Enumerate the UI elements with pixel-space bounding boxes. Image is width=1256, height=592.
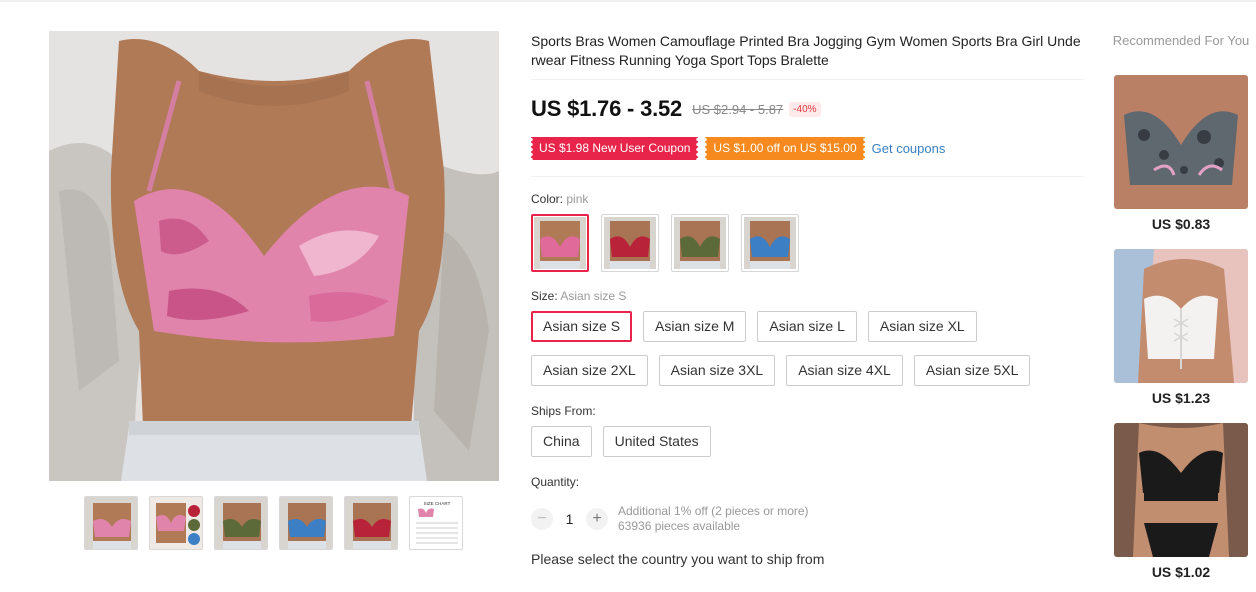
recommended-item-image[interactable] xyxy=(1114,249,1248,383)
quantity-stepper: − 1 + Additional 1% off (2 pieces or mor… xyxy=(531,504,809,534)
color-swatch-red[interactable] xyxy=(601,214,659,272)
color-label-text: Color: xyxy=(531,192,564,206)
size-options-row-2: Asian size 2XL Asian size 3XL Asian size… xyxy=(531,355,1031,386)
size-option-l[interactable]: Asian size L xyxy=(757,311,857,342)
size-options-row-1: Asian size S Asian size M Asian size L A… xyxy=(531,311,977,342)
recommended-item-price: US $0.83 xyxy=(1151,216,1211,232)
quantity-value[interactable]: 1 xyxy=(553,511,586,527)
recommended-item-image[interactable] xyxy=(1114,75,1248,209)
ship-country-message: Please select the country you want to sh… xyxy=(531,551,825,567)
size-label-text: Size: xyxy=(531,289,558,303)
pieces-available: 63936 pieces available xyxy=(618,519,741,533)
top-divider xyxy=(0,0,1256,2)
coupon-divider xyxy=(531,176,1084,177)
recommended-title: Recommended For You xyxy=(1112,33,1250,48)
recommended-item-price: US $1.23 xyxy=(1151,390,1211,406)
color-swatch-blue[interactable] xyxy=(741,214,799,272)
size-option-3xl[interactable]: Asian size 3XL xyxy=(658,355,776,386)
thumbnail-blue[interactable] xyxy=(279,496,333,550)
recommended-item[interactable]: US $0.83 xyxy=(1114,75,1248,232)
quantity-label: Quantity: xyxy=(531,475,580,489)
color-selected-value: pink xyxy=(566,192,589,206)
size-label: Size: Asian size S xyxy=(531,289,626,303)
color-swatch-green[interactable] xyxy=(671,214,729,272)
bulk-discount-note: Additional 1% off (2 pieces or more) xyxy=(618,504,809,518)
recommended-item[interactable]: US $1.02 xyxy=(1114,423,1248,580)
ships-from-options: China United States xyxy=(531,426,711,457)
product-title: Sports Bras Women Camouflage Printed Bra… xyxy=(531,33,1081,68)
color-swatch-pink[interactable] xyxy=(531,214,589,272)
get-coupons-link[interactable]: Get coupons xyxy=(872,141,946,156)
quantity-decrease-button[interactable]: − xyxy=(531,508,553,530)
size-option-xl[interactable]: Asian size XL xyxy=(867,311,977,342)
quantity-increase-button[interactable]: + xyxy=(586,508,608,530)
size-option-4xl[interactable]: Asian size 4XL xyxy=(786,355,903,386)
size-selected-value: Asian size S xyxy=(560,289,627,303)
original-price: US $2.94 - 5.87 xyxy=(692,101,784,117)
main-product-image[interactable] xyxy=(49,31,499,481)
price-row: US $1.76 - 3.52 US $2.94 - 5.87 -40% xyxy=(531,96,821,122)
size-chart-label: SIZE CHART xyxy=(424,501,451,506)
thumbnail-size-chart[interactable]: SIZE CHART xyxy=(409,496,463,550)
size-option-s[interactable]: Asian size S xyxy=(531,311,633,342)
store-coupon[interactable]: US $1.00 off on US $15.00 xyxy=(703,137,867,160)
color-swatches xyxy=(531,214,799,272)
color-label: Color: pink xyxy=(531,192,588,206)
quantity-info: Additional 1% off (2 pieces or more) 639… xyxy=(618,504,809,534)
discount-badge: -40% xyxy=(789,101,821,117)
thumbnail-strip: SIZE CHART xyxy=(84,496,463,550)
recommended-item[interactable]: US $1.23 xyxy=(1114,249,1248,406)
ships-from-label: Ships From: xyxy=(531,404,596,418)
thumbnail-green[interactable] xyxy=(214,496,268,550)
title-divider xyxy=(531,79,1084,80)
size-option-5xl[interactable]: Asian size 5XL xyxy=(913,355,1031,386)
thumbnail-collage[interactable] xyxy=(149,496,203,550)
recommended-item-price: US $1.02 xyxy=(1151,564,1211,580)
thumbnail-pink[interactable] xyxy=(84,496,138,550)
recommended-item-image[interactable] xyxy=(1114,423,1248,557)
coupon-row: US $1.98 New User Coupon US $1.00 off on… xyxy=(528,137,946,160)
thumbnail-red[interactable] xyxy=(344,496,398,550)
current-price: US $1.76 - 3.52 xyxy=(531,96,683,121)
new-user-coupon[interactable]: US $1.98 New User Coupon xyxy=(528,137,701,160)
ship-option-china[interactable]: China xyxy=(531,426,592,457)
size-option-m[interactable]: Asian size M xyxy=(643,311,747,342)
ship-option-united-states[interactable]: United States xyxy=(602,426,711,457)
size-option-2xl[interactable]: Asian size 2XL xyxy=(531,355,648,386)
